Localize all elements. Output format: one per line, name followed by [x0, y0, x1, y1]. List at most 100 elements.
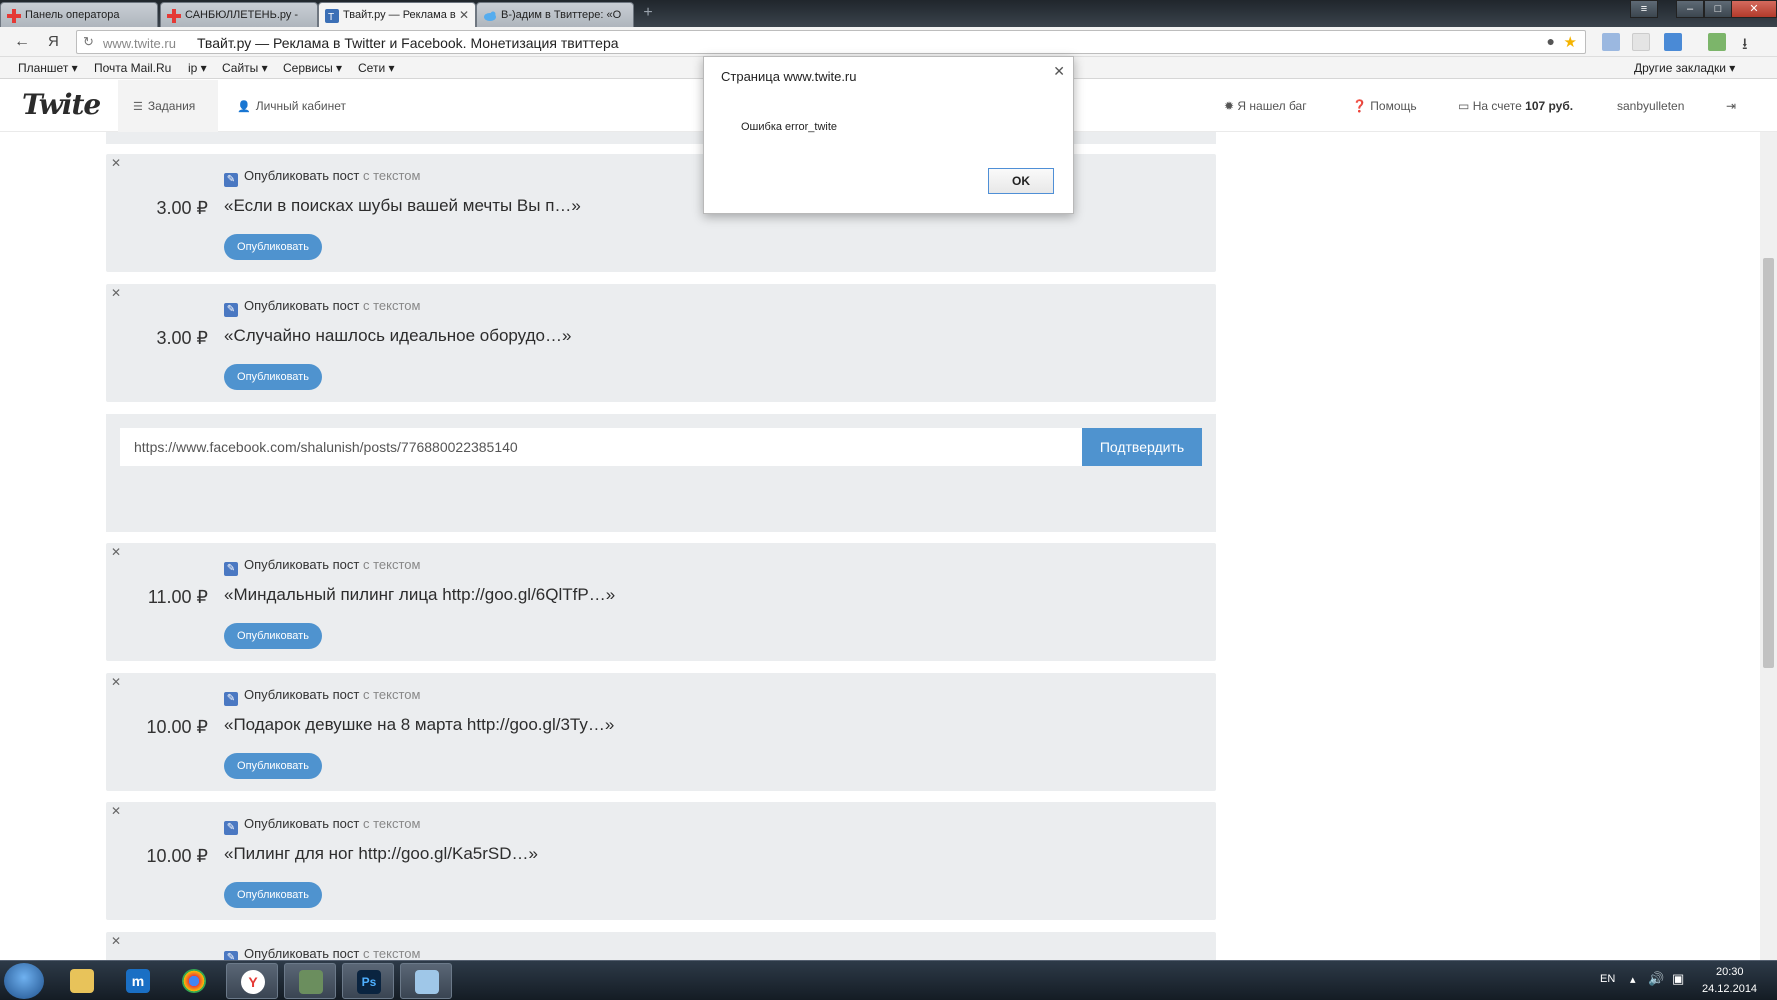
address-bar[interactable]: ↻ www.twite.ru Твайт.ру — Реклама в Twit…: [76, 30, 1586, 54]
bookmark-item[interactable]: Сайты ▾: [222, 61, 268, 75]
browser-tab-bar: Панель оператора САНБЮЛЛЕТЕНЬ.ру - T Тва…: [0, 0, 1777, 28]
tab-label: Твайт.ру — Реклама в: [343, 9, 456, 21]
task-type-label: Опубликовать пост: [244, 816, 360, 831]
task-card: ✕ 11.00 ₽ ✎ Опубликовать пост с текстом «…: [106, 543, 1216, 661]
red-cross-icon: [7, 9, 21, 23]
dismiss-task-icon[interactable]: ✕: [111, 545, 121, 559]
confirm-button[interactable]: Подтвердить: [1082, 428, 1202, 466]
task-card: ✕ 3.00 ₽ ✎ Опубликовать пост с текстом «С…: [106, 284, 1216, 402]
publish-button[interactable]: Опубликовать: [224, 753, 322, 779]
publish-button[interactable]: Опубликовать: [224, 234, 322, 260]
tab-label: Панель оператора: [25, 9, 120, 21]
lightbulb-icon[interactable]: ●: [1547, 33, 1555, 49]
logout-icon[interactable]: ⇥: [1726, 80, 1736, 132]
image-extension-icon[interactable]: [1708, 33, 1726, 51]
dismiss-task-icon[interactable]: ✕: [111, 675, 121, 689]
browser-toolbar: ← Я ↻ www.twite.ru Твайт.ру — Реклама в …: [0, 27, 1777, 57]
publish-button[interactable]: Опубликовать: [224, 882, 322, 908]
other-bookmarks[interactable]: Другие закладки ▾: [1634, 61, 1735, 75]
browser-tab[interactable]: В-)адим в Твиттере: «О: [476, 2, 634, 27]
taskbar-yandex-browser[interactable]: Y: [226, 963, 278, 999]
taskbar-chrome[interactable]: [168, 963, 220, 999]
start-button[interactable]: [4, 963, 44, 999]
scrollbar-thumb[interactable]: [1763, 258, 1774, 668]
edit-icon: ✎: [224, 562, 238, 576]
yandex-browser-icon: Y: [241, 970, 265, 994]
taskbar-explorer[interactable]: [56, 963, 108, 999]
taskbar-mailru-agent[interactable]: m: [112, 963, 164, 999]
task-price: 10.00 ₽: [146, 846, 209, 866]
task-type-label: Опубликовать пост: [244, 168, 360, 183]
post-url-input[interactable]: [120, 428, 1082, 466]
chart-extension-icon[interactable]: [1664, 33, 1682, 51]
taskbar-app[interactable]: [284, 963, 336, 999]
minimize-button[interactable]: –: [1676, 0, 1704, 18]
edit-icon: ✎: [224, 951, 238, 960]
red-cross-icon: [167, 9, 181, 23]
dismiss-task-icon[interactable]: ✕: [111, 286, 121, 300]
chrome-icon: [182, 969, 206, 993]
bookmark-item[interactable]: Планшет ▾: [18, 61, 78, 75]
bookmark-item[interactable]: Сети ▾: [358, 61, 395, 75]
download-icon[interactable]: ⭳: [1742, 33, 1748, 60]
task-type: ✎ Опубликовать пост с текстом: [224, 946, 420, 960]
dismiss-task-icon[interactable]: ✕: [111, 934, 121, 948]
nav-cabinet[interactable]: 👤 Личный кабинет: [237, 80, 346, 132]
edit-icon: ✎: [224, 173, 238, 187]
nav-balance[interactable]: ▭ На счете 107 руб.: [1458, 80, 1573, 132]
bookmark-item[interactable]: Почта Mail.Ru: [94, 61, 171, 75]
dismiss-task-icon[interactable]: ✕: [111, 156, 121, 170]
user-icon: 👤: [237, 101, 251, 113]
back-arrow-icon[interactable]: ←: [14, 33, 30, 51]
new-tab-button[interactable]: +: [638, 5, 658, 23]
nav-bug-report[interactable]: ✹ Я нашел баг: [1224, 80, 1307, 132]
language-indicator[interactable]: EN: [1600, 969, 1615, 1000]
close-tab-icon[interactable]: ✕: [459, 8, 469, 22]
notepad-icon: [415, 970, 439, 994]
dialog-ok-button[interactable]: OK: [988, 168, 1054, 194]
browser-tab[interactable]: САНБЮЛЛЕТЕНЬ.ру -: [160, 2, 318, 27]
task-quote: «Случайно нашлось идеальное оборудо…»: [224, 326, 572, 345]
publish-button[interactable]: Опубликовать: [224, 623, 322, 649]
shield-extension-icon[interactable]: [1632, 33, 1650, 51]
balance-value: 107 руб.: [1525, 99, 1574, 113]
bookmark-item[interactable]: ip ▾: [188, 61, 207, 75]
tab-label: САНБЮЛЛЕТЕНЬ.ру -: [185, 9, 299, 21]
reload-icon[interactable]: ↻: [83, 34, 94, 50]
bookmark-item[interactable]: Сервисы ▾: [283, 61, 342, 75]
task-price: 11.00 ₽: [147, 587, 208, 607]
task-list: ✕ 3.00 ₽ ✎ Опубликовать пост с текстом «Е…: [0, 132, 1760, 960]
task-type-suffix: с текстом: [362, 298, 421, 313]
nav-help[interactable]: ❓ Помощь: [1352, 80, 1417, 132]
page-scrollbar[interactable]: [1760, 132, 1777, 960]
maximize-button[interactable]: □: [1704, 0, 1732, 18]
volume-icon[interactable]: 🔊: [1648, 971, 1664, 1000]
dismiss-task-icon[interactable]: ✕: [111, 804, 121, 818]
nav-username[interactable]: sanbyulleten: [1617, 80, 1684, 132]
tray-arrow-icon[interactable]: ▴: [1630, 973, 1636, 1000]
agent-icon: m: [126, 969, 150, 993]
nav-tasks[interactable]: ☰ Задания: [118, 80, 218, 132]
browser-tab-active[interactable]: T Твайт.ру — Реклама в ✕: [318, 2, 476, 28]
task-price: 3.00 ₽: [156, 328, 209, 348]
site-logo[interactable]: Twite: [22, 88, 101, 121]
task-type-suffix: с текстом: [362, 687, 421, 702]
menu-icon[interactable]: ≡: [1630, 0, 1658, 18]
balance-prefix: На счете: [1472, 99, 1522, 113]
taskbar-photoshop[interactable]: Ps: [342, 963, 394, 999]
mail-extension-icon[interactable]: [1602, 33, 1620, 51]
task-type: ✎ Опубликовать пост с текстом: [224, 687, 420, 706]
publish-button[interactable]: Опубликовать: [224, 364, 322, 390]
browser-tab[interactable]: Панель оператора: [0, 2, 158, 27]
windows-taskbar: m Y Ps EN ▴ 🔊 ▣ 20:30 24.12.2014: [0, 960, 1777, 1000]
yandex-icon[interactable]: Я: [48, 33, 59, 50]
taskbar-app[interactable]: [400, 963, 452, 999]
network-icon[interactable]: ▣: [1672, 971, 1684, 1000]
task-type: ✎ Опубликовать пост с текстом: [224, 816, 420, 835]
dialog-close-icon[interactable]: ✕: [1053, 63, 1065, 80]
window-close-button[interactable]: ✕: [1731, 0, 1777, 18]
clock-date[interactable]: 24.12.2014: [1702, 983, 1757, 1000]
bookmark-star-icon[interactable]: ★: [1564, 33, 1577, 51]
task-price: 10.00 ₽: [146, 717, 209, 737]
task-type-suffix: с текстом: [362, 946, 421, 960]
